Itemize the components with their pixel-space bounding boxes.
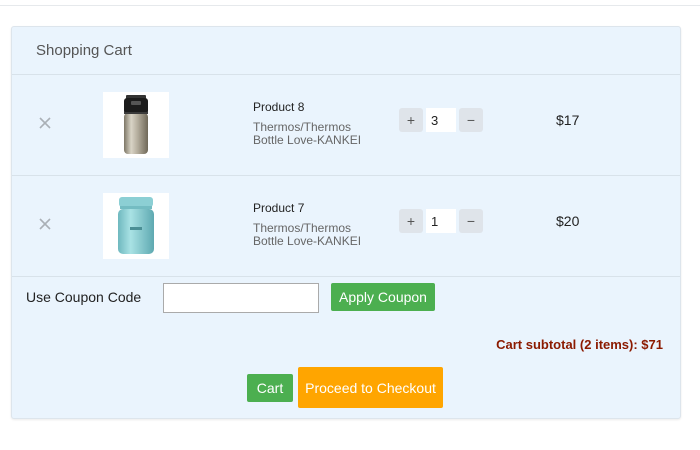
- cart-subtotal: Cart subtotal (2 items): $71: [496, 337, 663, 352]
- cart-item-row: Product 8 Thermos/Thermos Bottle Love-KA…: [12, 75, 680, 176]
- remove-item-button[interactable]: [37, 115, 53, 131]
- quantity-input[interactable]: [426, 108, 456, 132]
- cart-title: Shopping Cart: [36, 42, 132, 59]
- proceed-to-checkout-button[interactable]: Proceed to Checkout: [298, 367, 443, 408]
- close-icon: [39, 117, 51, 129]
- quantity-decrease-button[interactable]: −: [459, 209, 483, 233]
- top-divider: [0, 5, 700, 6]
- mint-thermos-jar-icon: [118, 197, 154, 254]
- product-image[interactable]: [103, 92, 169, 158]
- item-price: $17: [556, 112, 580, 128]
- product-name[interactable]: Product 8: [253, 100, 304, 114]
- close-icon: [39, 218, 51, 230]
- product-name[interactable]: Product 7: [253, 201, 304, 215]
- cart-header: Shopping Cart: [12, 27, 680, 75]
- product-description: Thermos/Thermos Bottle Love-KANKEI: [253, 120, 362, 147]
- quantity-increase-button[interactable]: +: [399, 209, 423, 233]
- quantity-input[interactable]: [426, 209, 456, 233]
- remove-item-button[interactable]: [37, 216, 53, 232]
- product-image[interactable]: [103, 193, 169, 259]
- cart-item-row: Product 7 Thermos/Thermos Bottle Love-KA…: [12, 176, 680, 277]
- apply-coupon-button[interactable]: Apply Coupon: [331, 283, 435, 311]
- quantity-increase-button[interactable]: +: [399, 108, 423, 132]
- stainless-thermos-bottle-icon: [124, 95, 148, 154]
- coupon-label: Use Coupon Code: [26, 289, 142, 305]
- item-price: $20: [556, 213, 580, 229]
- shopping-cart-panel: Shopping Cart Product 8 Thermos/Thermos …: [11, 26, 681, 419]
- coupon-code-input[interactable]: [163, 283, 319, 313]
- product-description: Thermos/Thermos Bottle Love-KANKEI: [253, 221, 362, 248]
- cart-button[interactable]: Cart: [247, 374, 293, 402]
- quantity-decrease-button[interactable]: −: [459, 108, 483, 132]
